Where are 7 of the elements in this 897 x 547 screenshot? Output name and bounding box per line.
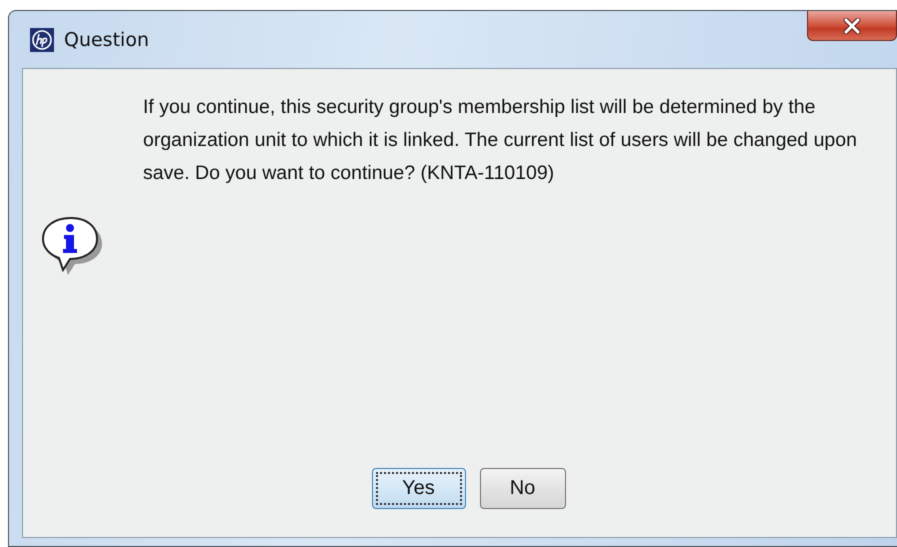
dialog-button[interactable]: No <box>480 468 566 509</box>
message-text: If you continue, this security group's membership list will be determined by the organization unit to which it is linked. The current list of users will be changed upon save. Do you want to continue? (KNTA-110109) <box>143 95 858 186</box>
close-button[interactable] <box>807 11 897 41</box>
logo-icon <box>30 28 54 52</box>
close-icon <box>842 18 862 34</box>
dialog-button[interactable]: Yes <box>372 468 466 509</box>
window-title: Question <box>64 28 149 50</box>
